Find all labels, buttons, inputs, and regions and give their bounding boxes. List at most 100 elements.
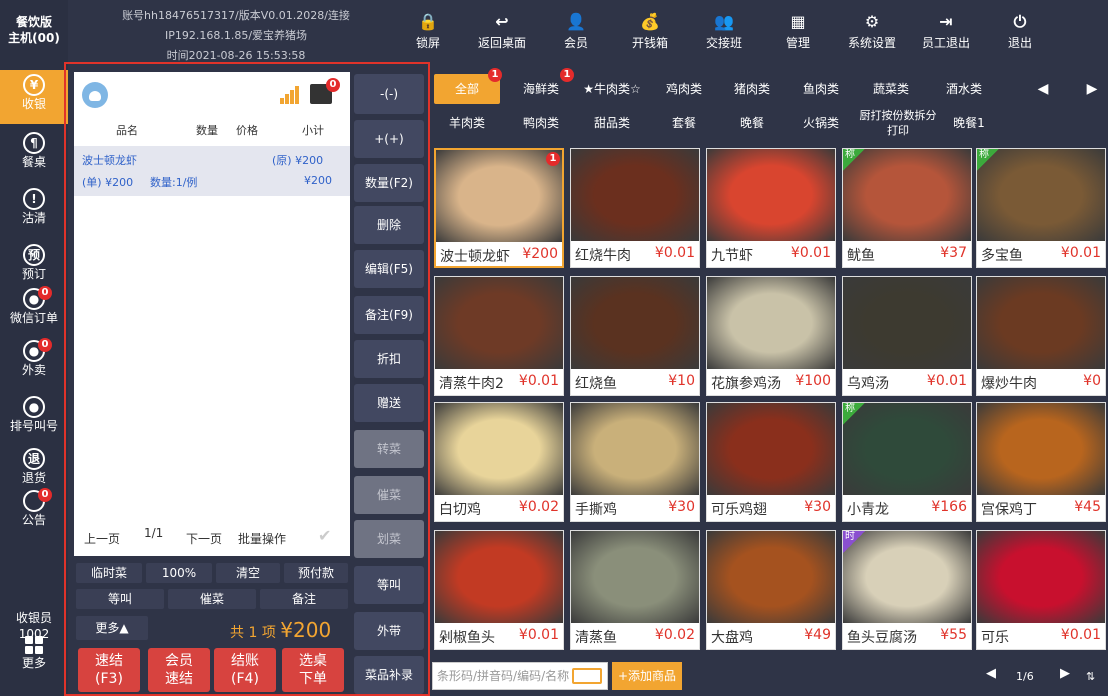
dish-card[interactable]: 鱼头豆腐汤 ¥55 时	[842, 530, 972, 650]
dish-card[interactable]: 波士顿龙虾 ¥200 1	[434, 148, 564, 268]
prepay-button[interactable]: 预付款	[284, 563, 348, 583]
category-tab[interactable]: 晚餐	[720, 108, 784, 138]
toolbar-gear-button[interactable]: ⚙ 系统设置	[842, 10, 902, 62]
rail-item-takeout[interactable]: ● 外卖 0	[0, 336, 68, 382]
order-more-button[interactable]: 更多▲	[76, 616, 148, 640]
toolbar-back-button[interactable]: ↩ 返回桌面	[472, 10, 532, 62]
batch-operation-button[interactable]: 批量操作	[238, 530, 286, 547]
page-next-icon[interactable]: ▶	[1060, 666, 1070, 681]
category-tab[interactable]: 鸡肉类	[652, 74, 716, 104]
toolbar-label: 锁屏	[415, 36, 440, 50]
wait-call-button[interactable]: 等叫	[354, 566, 424, 604]
urge-dish-button[interactable]: 催菜	[168, 589, 256, 609]
toolbar-grid-button[interactable]: ▦ 管理	[768, 10, 828, 62]
category-tab[interactable]: 厨打按份数拆分打印	[856, 108, 940, 138]
dish-card[interactable]: 可乐鸡翅 ¥30	[706, 402, 836, 522]
category-tab[interactable]: 蔬菜类	[856, 74, 926, 104]
dish-supplement-button[interactable]: 菜品补录	[354, 656, 424, 694]
wait-call-button[interactable]: 等叫	[76, 589, 164, 609]
dish-card[interactable]: 手撕鸡 ¥30	[570, 402, 700, 522]
next-page-button[interactable]: 下一页	[186, 530, 222, 547]
dish-card[interactable]: 小青龙 ¥166 称	[842, 402, 972, 522]
minus-button[interactable]: -(-)	[354, 74, 424, 114]
toolbar-lock-button[interactable]: 🔒 锁屏	[398, 10, 458, 62]
dish-card[interactable]: 鱿鱼 ¥37 称	[842, 148, 972, 268]
dish-image	[571, 403, 699, 495]
check-icon[interactable]: ✔	[318, 526, 331, 545]
remark-button[interactable]: 备注(F9)	[354, 296, 424, 334]
transfer-dish-button[interactable]: 转菜	[354, 430, 424, 468]
toolbar-label: 交接班	[705, 36, 742, 50]
rail-more-button[interactable]: 更多	[0, 636, 68, 671]
add-product-button[interactable]: +添加商品	[612, 662, 682, 690]
quantity-button[interactable]: 数量(F2)	[354, 164, 424, 202]
rail-item-queue-call[interactable]: ● 排号叫号	[0, 392, 68, 438]
edit-button[interactable]: 编辑(F5)	[354, 250, 424, 288]
dish-card[interactable]: 清蒸牛肉2 ¥0.01	[434, 276, 564, 396]
dish-card[interactable]: 宫保鸡丁 ¥45	[976, 402, 1106, 522]
category-prev-arrow-icon[interactable]: ◀	[1028, 74, 1058, 104]
gift-button[interactable]: 赠送	[354, 384, 424, 422]
avatar[interactable]	[82, 82, 108, 108]
rail-item-wechat-order[interactable]: ● 微信订单 0	[0, 284, 68, 330]
dish-card[interactable]: 花旗参鸡汤 ¥100	[706, 276, 836, 396]
dish-card[interactable]: 大盘鸡 ¥49	[706, 530, 836, 650]
page-prev-icon[interactable]: ◀	[986, 666, 996, 681]
dish-card[interactable]: 可乐 ¥0.01	[976, 530, 1106, 650]
left-rail: 餐饮版 主机(00) ¥ 收银 ¶ 餐桌! 沽清预预订 ● 微信订单 0 ● 外卖 0 ● 排号叫号退退…	[0, 0, 68, 696]
category-tab[interactable]: 套餐	[652, 108, 716, 138]
toolbar-member-button[interactable]: 👤 会员	[546, 10, 606, 62]
category-next-arrow-icon[interactable]: ▶	[1080, 74, 1104, 104]
dish-card[interactable]: 红烧牛肉 ¥0.01	[570, 148, 700, 268]
dish-card[interactable]: 白切鸡 ¥0.02	[434, 402, 564, 522]
sort-icon[interactable]: ⇅	[1086, 670, 1095, 683]
mark-dish-button[interactable]: 划菜	[354, 520, 424, 558]
choose-table-button[interactable]: 选桌 下单	[282, 648, 344, 692]
member-quick-settle-button[interactable]: 会员 速结	[148, 648, 210, 692]
checkout-button[interactable]: 结账 (F4)	[214, 648, 276, 692]
rail-item-sold-out[interactable]: ! 沽清	[0, 184, 68, 230]
rail-item-booking[interactable]: 预预订	[0, 240, 68, 286]
rail-item-return[interactable]: 退退货	[0, 444, 68, 490]
rail-item-cashier[interactable]: ¥ 收银	[0, 70, 68, 124]
order-line[interactable]: 波士顿龙虾 (原) ¥200 (单) ¥200 数量:1/例 ¥200	[74, 146, 350, 196]
temp-dish-button[interactable]: 临时菜	[76, 563, 142, 583]
dish-card[interactable]: 红烧鱼 ¥10	[570, 276, 700, 396]
urge-dish-button[interactable]: 催菜	[354, 476, 424, 514]
prev-page-button[interactable]: 上一页	[84, 530, 120, 547]
dish-card[interactable]: 剁椒鱼头 ¥0.01	[434, 530, 564, 650]
category-tab[interactable]: 火锅类	[790, 108, 852, 138]
rail-item-notice[interactable]: 公告 0	[0, 486, 68, 532]
category-tab[interactable]: 甜品类	[576, 108, 648, 138]
category-tab[interactable]: 猪肉类	[720, 74, 784, 104]
takeaway-button[interactable]: 外带	[354, 612, 424, 650]
keyboard-icon[interactable]	[572, 668, 602, 684]
discount-button[interactable]: 折扣	[354, 340, 424, 378]
dish-name: 手撕鸡	[575, 502, 617, 518]
toolbar-power-button[interactable]: ⏻ 退出	[990, 10, 1050, 62]
quick-settle-button[interactable]: 速结 (F3)	[78, 648, 140, 692]
toolbar-shift-button[interactable]: 👥 交接班	[694, 10, 754, 62]
category-tab[interactable]: 酒水类	[932, 74, 996, 104]
toolbar-cash-box-button[interactable]: 💰 开钱箱	[620, 10, 680, 62]
col-qty: 数量	[196, 124, 218, 137]
toolbar-label: 返回桌面	[477, 36, 526, 50]
dish-card[interactable]: 爆炒牛肉 ¥0	[976, 276, 1106, 396]
dish-card[interactable]: 多宝鱼 ¥0.01 称	[976, 148, 1106, 268]
rail-item-table[interactable]: ¶ 餐桌	[0, 128, 68, 174]
delete-button[interactable]: 删除	[354, 206, 424, 244]
percent-button[interactable]: 100%	[146, 563, 212, 583]
toolbar-exit-door-button[interactable]: ⇥ 员工退出	[916, 10, 976, 62]
clear-button[interactable]: 清空	[216, 563, 280, 583]
category-tab[interactable]: 鸭肉类	[510, 108, 572, 138]
dish-price: ¥0	[1083, 373, 1101, 389]
plus-button[interactable]: +(+)	[354, 120, 424, 158]
category-tab[interactable]: 鱼肉类	[790, 74, 852, 104]
dish-card[interactable]: 清蒸鱼 ¥0.02	[570, 530, 700, 650]
category-tab[interactable]: 晚餐1	[944, 108, 994, 138]
dish-card[interactable]: 乌鸡汤 ¥0.01	[842, 276, 972, 396]
category-tab[interactable]: 羊肉类	[434, 108, 500, 138]
dish-card[interactable]: 九节虾 ¥0.01	[706, 148, 836, 268]
remark-button[interactable]: 备注	[260, 589, 348, 609]
category-tab[interactable]: ★牛肉类☆	[576, 74, 648, 104]
